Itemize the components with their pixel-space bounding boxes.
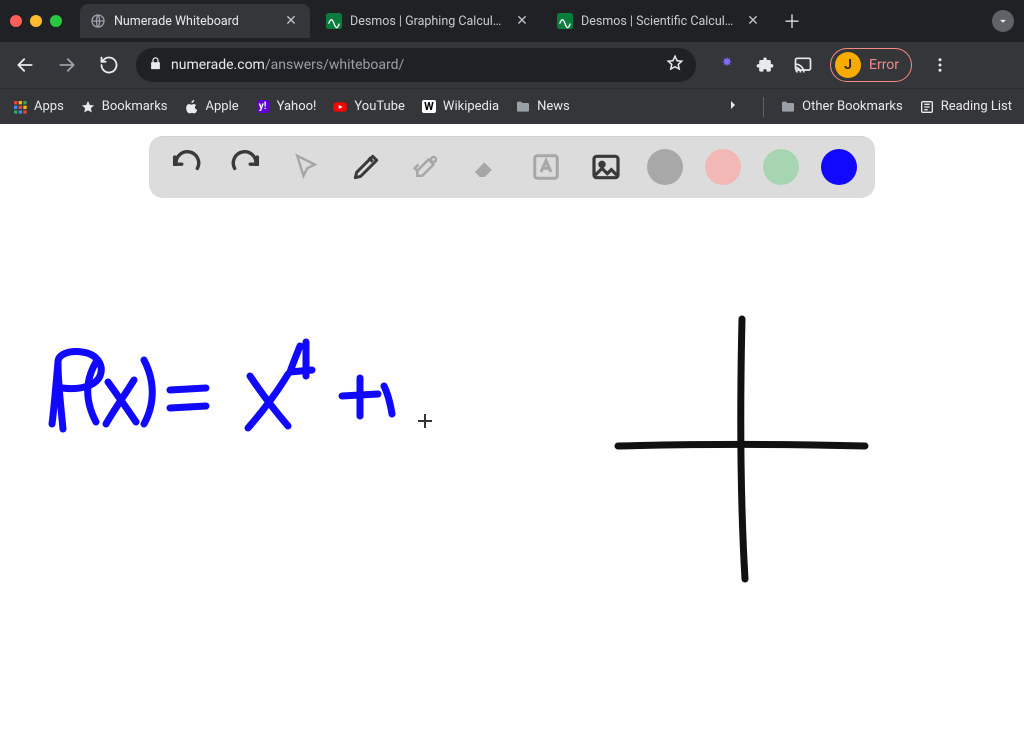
divider [763,97,764,117]
bookmark-apps[interactable]: Apps [12,99,64,115]
bookmark-wikipedia[interactable]: W Wikipedia [421,99,499,115]
desmos-icon [557,13,573,29]
bookmark-bar: Apps Bookmarks Apple y! Yahoo! YouTube [0,88,1024,124]
tab-overflow-button[interactable] [992,10,1014,32]
extensions-area: J Error [716,48,952,82]
reading-list-icon [919,99,935,115]
page-content [0,124,1024,742]
drawing-layer [0,124,1024,742]
url-path: /answers/whiteboard/ [265,57,404,73]
bookmark-label: Reading List [941,99,1012,114]
new-tab-button[interactable]: ＋ [778,7,806,35]
wikipedia-icon: W [421,99,437,115]
tab-title: Desmos | Scientific Calculato [581,14,736,29]
browser-chrome: Numerade Whiteboard ✕ Desmos | Graphing … [0,0,1024,124]
avatar: J [835,52,861,78]
bookmark-star-icon[interactable] [666,54,684,76]
reload-button[interactable] [94,50,124,80]
back-button[interactable] [10,50,40,80]
youtube-icon [332,99,348,115]
profile-error-label: Error [869,57,899,73]
globe-icon [90,13,106,29]
bookmark-label: Wikipedia [443,99,499,114]
bookmark-label: Yahoo! [277,99,317,114]
close-icon[interactable]: ✕ [744,13,762,29]
desmos-icon [326,13,342,29]
tab-title: Numerade Whiteboard [114,14,274,29]
tab-desmos-graphing[interactable]: Desmos | Graphing Calculato ✕ [316,4,541,38]
bookmark-reading-list[interactable]: Reading List [919,99,1012,115]
url-text: numerade.com/answers/whiteboard/ [171,57,404,73]
bookmark-label: YouTube [354,99,405,114]
yahoo-icon: y! [255,99,271,115]
tab-desmos-scientific[interactable]: Desmos | Scientific Calculato ✕ [547,4,772,38]
bookmark-other[interactable]: Other Bookmarks [780,99,903,115]
close-icon[interactable]: ✕ [282,13,300,29]
tab-title: Desmos | Graphing Calculato [350,14,505,29]
bookmark-label: News [537,99,570,114]
apps-icon [12,99,28,115]
bookmark-label: Other Bookmarks [802,99,903,114]
close-icon[interactable]: ✕ [513,13,531,29]
bookmark-news[interactable]: News [515,99,570,115]
whiteboard-canvas[interactable] [0,124,1024,742]
tab-numerade[interactable]: Numerade Whiteboard ✕ [80,4,310,38]
window-maximize-button[interactable] [50,15,62,27]
extensions-puzzle-icon[interactable] [754,54,776,76]
browser-toolbar: numerade.com/answers/whiteboard/ J Error [0,42,1024,88]
axes-drawing [618,319,865,579]
bookmark-yahoo[interactable]: y! Yahoo! [255,99,317,115]
bookmark-bookmarks[interactable]: Bookmarks [80,99,168,115]
bookmark-label: Apple [206,99,239,114]
profile-chip[interactable]: J Error [830,48,912,82]
bookmark-label: Apps [34,99,64,114]
avatar-initial: J [844,57,852,73]
cast-icon[interactable] [792,54,814,76]
folder-icon [515,99,531,115]
window-close-button[interactable] [10,15,22,27]
browser-menu-button[interactable] [928,56,952,74]
tab-strip: Numerade Whiteboard ✕ Desmos | Graphing … [0,0,1024,42]
cursor-crosshair [418,414,432,428]
forward-button[interactable] [52,50,82,80]
bookmark-overflow-button[interactable] [719,97,747,117]
address-bar[interactable]: numerade.com/answers/whiteboard/ [136,48,696,82]
lock-icon [148,56,163,75]
apple-icon [184,99,200,115]
handwriting [52,342,392,429]
folder-icon [780,99,796,115]
bookmark-label: Bookmarks [102,99,168,114]
bookmark-youtube[interactable]: YouTube [332,99,405,115]
extension-icon[interactable] [716,54,738,76]
window-controls [10,15,62,27]
window-minimize-button[interactable] [30,15,42,27]
star-icon [80,99,96,115]
url-host: numerade.com [171,57,265,73]
bookmark-apple[interactable]: Apple [184,99,239,115]
